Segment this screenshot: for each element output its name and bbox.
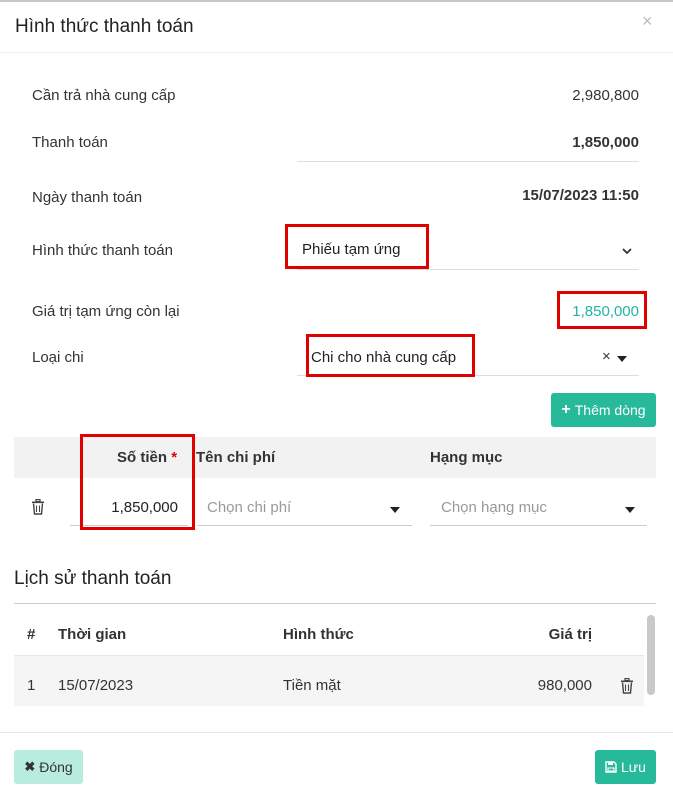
hinh-thuc-select[interactable]: Phiếu tạm ứng [302, 241, 400, 258]
chevron-down-icon[interactable] [622, 246, 632, 256]
hang-muc-select[interactable]: Chọn hạng mục [441, 499, 547, 516]
ngay-thanh-toan-label: Ngày thanh toán [32, 189, 143, 206]
thanh-toan-input[interactable]: 1,850,000 [572, 134, 639, 151]
caret-down-icon[interactable] [617, 356, 627, 362]
history-num-header: # [27, 626, 36, 643]
add-row-button[interactable]: + Thêm dòng [551, 393, 656, 427]
chi-phi-select[interactable]: Chọn chi phí [207, 499, 291, 516]
history-title: Lịch sử thanh toán [14, 568, 172, 589]
close-button[interactable]: ✖ Đóng [14, 750, 83, 784]
history-method-header: Hình thức [283, 626, 354, 643]
history-scrollbar[interactable] [647, 615, 655, 695]
footer-divider [0, 732, 673, 733]
thanh-toan-label: Thanh toán [32, 134, 108, 151]
chi-phi-underline [197, 525, 412, 526]
thanh-toan-underline [297, 161, 639, 162]
expense-table-header [14, 437, 656, 478]
history-row-time: 15/07/2023 [58, 677, 134, 694]
history-divider [14, 603, 656, 604]
can-tra-label: Cần trả nhà cung cấp [32, 87, 176, 104]
clear-icon[interactable]: × [602, 348, 611, 365]
hinh-thuc-underline [297, 269, 639, 270]
save-button-label: Lưu [621, 759, 646, 775]
add-row-label: Thêm dòng [574, 402, 646, 418]
loai-chi-underline [297, 375, 639, 376]
caret-down-icon[interactable] [625, 507, 635, 513]
required-mark: * [171, 449, 178, 466]
floppy-icon [605, 761, 617, 773]
loai-chi-label: Loại chi [32, 349, 84, 366]
plus-icon: + [561, 401, 571, 418]
history-row-method: Tiền mặt [283, 677, 341, 694]
amount-underline [70, 525, 188, 526]
top-border [0, 0, 673, 2]
history-time-header: Thời gian [58, 626, 127, 643]
history-value-header: Giá trị [548, 626, 592, 643]
hang-muc-underline [430, 525, 647, 526]
save-button[interactable]: Lưu [595, 750, 656, 784]
trash-icon[interactable] [620, 678, 634, 694]
header-divider [0, 52, 673, 53]
caret-down-icon[interactable] [390, 507, 400, 513]
can-tra-value: 2,980,800 [572, 87, 639, 104]
history-row-value: 980,000 [537, 677, 592, 694]
gia-tri-tam-ung-label: Giá trị tạm ứng còn lại [32, 303, 180, 320]
ten-chi-phi-header: Tên chi phí [196, 449, 276, 466]
history-row-num: 1 [27, 677, 36, 694]
close-icon[interactable]: × [642, 11, 653, 31]
gia-tri-tam-ung-value: 1,850,000 [572, 303, 639, 320]
hang-muc-header: Hạng mục [430, 449, 503, 466]
loai-chi-select[interactable]: Chi cho nhà cung cấp [311, 349, 456, 366]
ngay-thanh-toan-input[interactable]: 15/07/2023 11:50 [522, 187, 639, 204]
x-icon: ✖ [24, 759, 36, 774]
amount-input[interactable]: 1,850,000 [86, 499, 178, 516]
hinh-thuc-label: Hình thức thanh toán [32, 242, 173, 259]
close-button-label: Đóng [39, 759, 73, 775]
dialog-title: Hình thức thanh toán [15, 16, 194, 37]
so-tien-header: Số tiền * [117, 449, 178, 466]
trash-icon[interactable] [31, 499, 45, 515]
